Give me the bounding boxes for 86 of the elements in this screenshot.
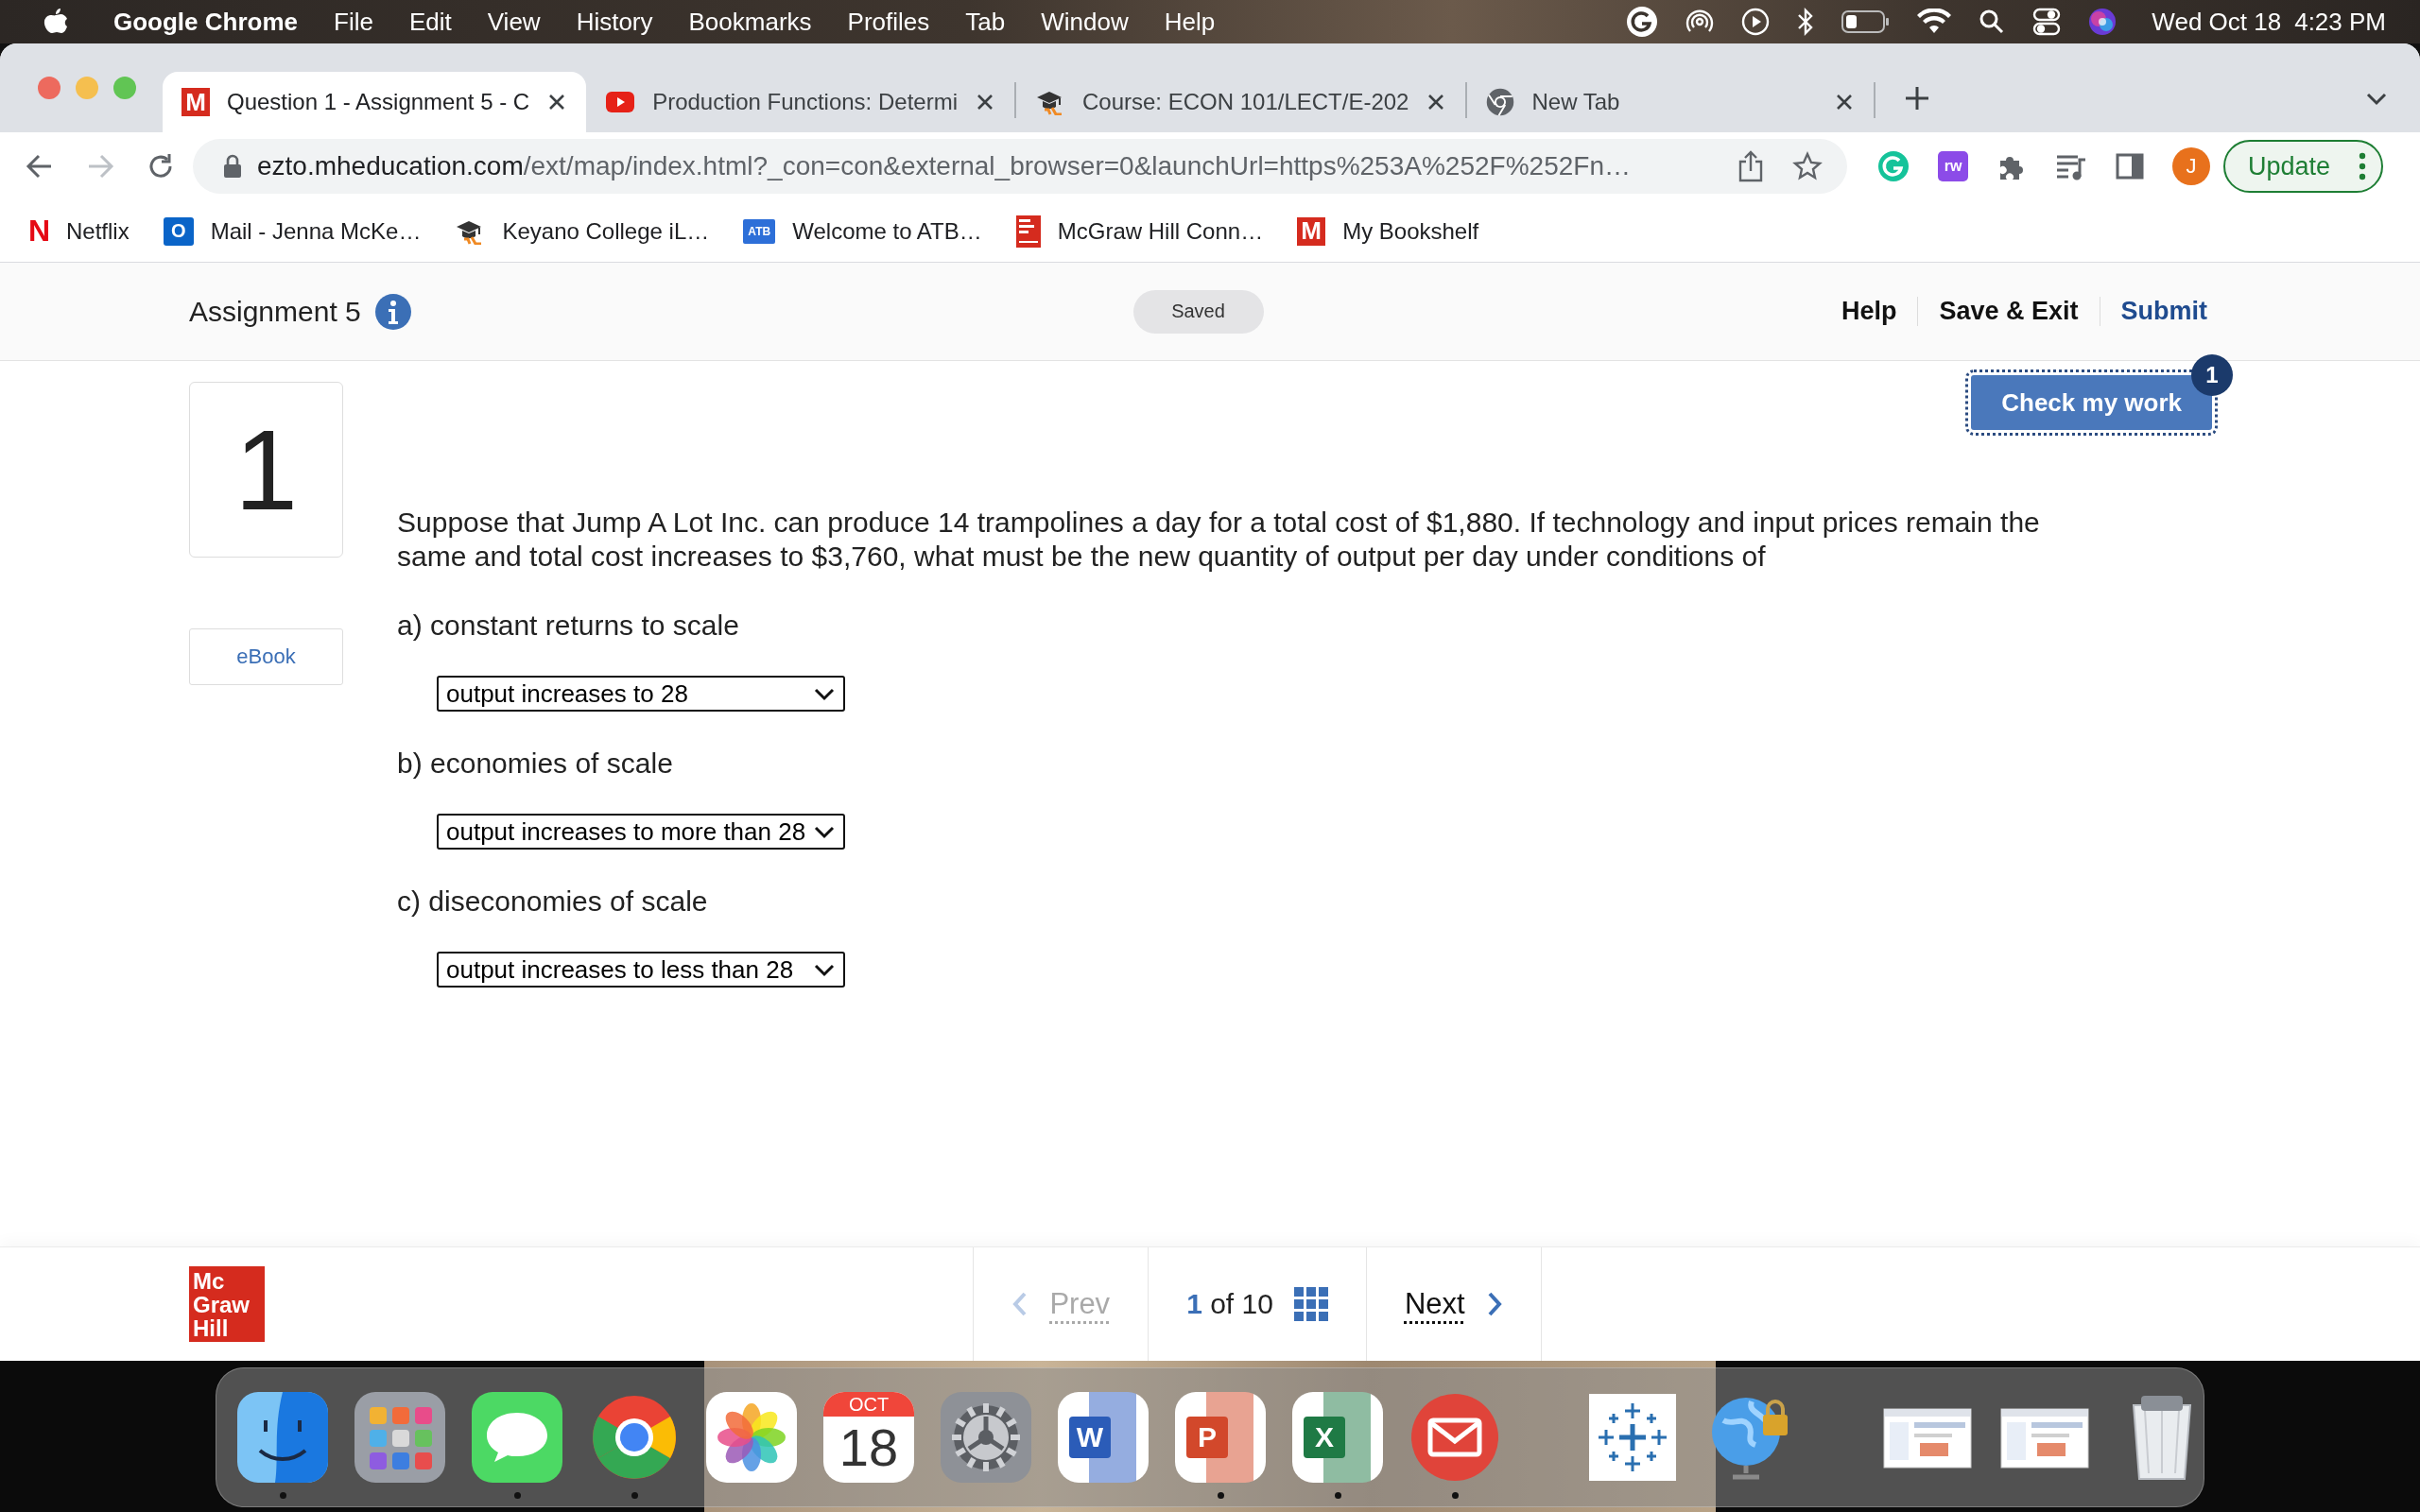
calendar-day: 18 <box>838 1416 899 1479</box>
header-link[interactable]: Help <box>1820 297 1918 326</box>
menu-item[interactable]: Bookmarks <box>688 7 812 37</box>
menu-item[interactable]: History <box>576 7 653 37</box>
smiling-face-icon[interactable] <box>237 1391 328 1483</box>
menu-item[interactable]: Window <box>1041 7 1129 37</box>
app-letter: P <box>1186 1416 1228 1458</box>
menu-item[interactable]: Edit <box>408 7 452 37</box>
next-link[interactable]: Next <box>1404 1287 1465 1321</box>
site-logo: M <box>1297 216 1326 246</box>
menu-date[interactable]: Wed Oct 18 <box>2152 7 2282 37</box>
update-button[interactable]: Update <box>2223 140 2384 193</box>
bookmark-link[interactable]: Welcome to ATB… <box>792 217 982 245</box>
saved-status: Saved <box>1132 289 1264 334</box>
apple-icon[interactable] <box>43 8 68 36</box>
app-letter: W <box>1069 1416 1111 1458</box>
video-play-icon <box>605 91 636 113</box>
part-label: c) diseconomies of scale <box>397 885 709 918</box>
play-icon[interactable] <box>1741 8 1771 36</box>
part-label: b) economies of scale <box>397 747 674 780</box>
crosses-icon[interactable] <box>1587 1391 1678 1483</box>
calendar-icon[interactable]: OCT 18 <box>823 1391 914 1483</box>
menu-item[interactable]: Help <box>1164 7 1216 37</box>
browser-tab[interactable]: New Tab <box>1467 72 1875 132</box>
g-circle-icon[interactable] <box>1626 6 1659 38</box>
menu-item[interactable]: Tab <box>965 7 1006 37</box>
header-link[interactable]: Save & Exit <box>1917 297 2100 326</box>
app-name[interactable]: Google Chrome <box>113 7 298 37</box>
lock-icon[interactable] <box>223 154 242 179</box>
flower-icon[interactable] <box>706 1391 797 1483</box>
gear-icon[interactable] <box>941 1391 1031 1483</box>
toggles-icon[interactable] <box>2032 7 2062 37</box>
bookmark-link[interactable]: Mail - Jenna McKe… <box>210 217 422 245</box>
extension-button[interactable]: rw <box>1938 151 1968 181</box>
part-label: a) constant returns to scale <box>397 610 740 642</box>
answer-dropdown[interactable]: output increases to more than 28 <box>437 814 845 850</box>
browser-icon <box>1486 88 1515 116</box>
info-icon[interactable] <box>373 292 412 331</box>
header-link[interactable]: Submit <box>2099 297 2207 326</box>
site-logo: N <box>28 215 49 247</box>
envelope-icon[interactable] <box>1409 1391 1500 1483</box>
menu-icon[interactable] <box>2359 152 2367 180</box>
document-app-icon[interactable]: W <box>1058 1391 1149 1483</box>
site-logo: M <box>182 88 210 116</box>
new-tab-icon[interactable] <box>1904 85 1931 112</box>
tab-search-caret-icon[interactable] <box>2365 91 2388 106</box>
question-number: 1 <box>189 382 343 558</box>
menu-item[interactable]: View <box>487 7 541 37</box>
mail-logo: O <box>163 216 194 246</box>
share-icon[interactable] <box>1737 150 1764 182</box>
dropdown-caret-icon[interactable] <box>813 962 836 977</box>
bookmark-link[interactable]: My Bookshelf <box>1342 217 1479 245</box>
menu-item[interactable]: Profiles <box>847 7 930 37</box>
bookmark-link[interactable]: Keyano College iL… <box>502 217 710 245</box>
ebook-button[interactable]: eBook <box>189 628 343 685</box>
bookmark-link[interactable]: McGraw Hill Conn… <box>1057 217 1264 245</box>
site-logo: ATB <box>743 218 776 244</box>
calendar-month: OCT <box>823 1391 914 1417</box>
address-bar[interactable]: ezto.mheducation.com/ext/map/index.html?_con=con&external_browser=0&launchUrl=https%253A%252F%252Fn… <box>193 139 1847 194</box>
publisher-logo: Mc Graw Hill <box>189 1266 265 1342</box>
dropdown-caret-icon[interactable] <box>813 824 836 839</box>
star-icon[interactable] <box>1792 151 1823 181</box>
logo-icon <box>1015 215 1041 248</box>
menu-time[interactable]: 4:23 PM <box>2294 7 2386 37</box>
question-text: Suppose that Jump A Lot Inc. can produce 14 trampolines a day for a total cost of $1,880. If technology and input prices remain the same and total cost increases to $3,760, what must be the new quantity of output per day under conditions of <box>397 506 2041 574</box>
browser-tab[interactable]: Course: ECON 101/LECT/E-202 <box>1015 72 1466 132</box>
answer-dropdown[interactable]: output increases to less than 28 <box>437 952 845 988</box>
dropdown-caret-icon[interactable] <box>813 686 836 701</box>
battery-icon[interactable] <box>1841 9 1892 34</box>
grid-icon[interactable] <box>1293 1287 1328 1321</box>
speech-bubble-icon[interactable] <box>472 1391 562 1483</box>
side-panel-icon[interactable] <box>2116 152 2144 180</box>
app-letter: X <box>1304 1416 1345 1458</box>
assignment-title: Assignment 5 <box>189 295 361 328</box>
browser-tab[interactable]: Production Functions: Determi <box>586 72 1014 132</box>
url-text: ezto.mheducation.com/ext/map/index.html?_con=con&external_browser=0&launchUrl=https%253A%252F%252Fn… <box>257 151 1631 181</box>
bookmark-link[interactable]: Netflix <box>66 217 130 245</box>
slides-app-icon[interactable]: P <box>1175 1391 1266 1483</box>
menu-item[interactable]: File <box>334 7 373 37</box>
page-indicator: 1 of 10 <box>1186 1288 1273 1320</box>
app-grid-icon[interactable] <box>354 1391 445 1483</box>
answer-dropdown[interactable]: output increases to 28 <box>437 676 845 712</box>
orb-icon[interactable] <box>2087 7 2118 37</box>
spreadsheet-app-icon[interactable]: X <box>1292 1391 1383 1483</box>
browser-tab[interactable]: M Question 1 - Assignment 5 - C <box>163 72 587 132</box>
wifi-icon[interactable] <box>1917 9 1952 35</box>
